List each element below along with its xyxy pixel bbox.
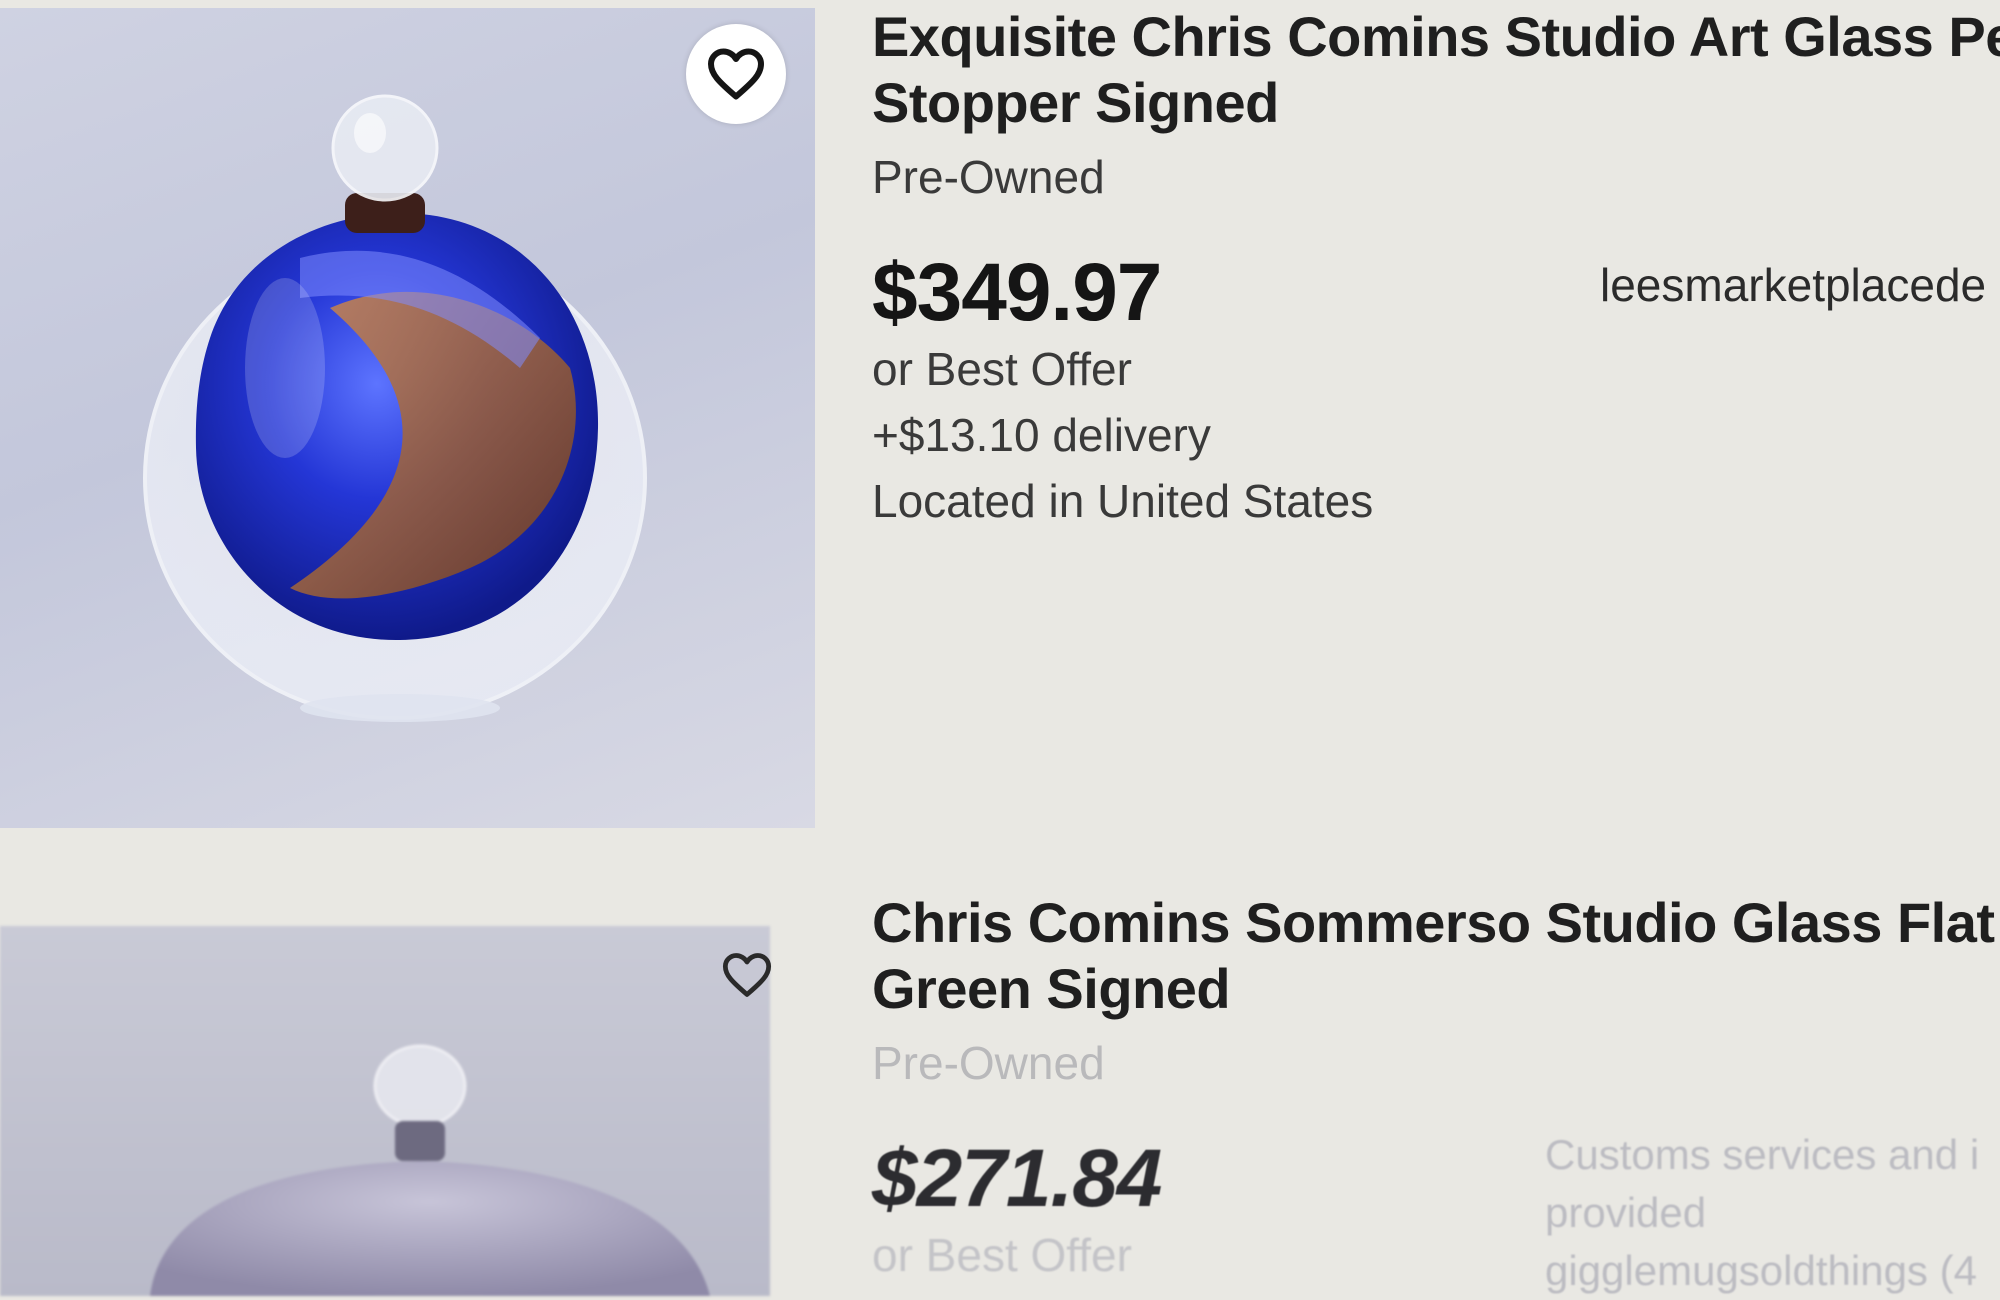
customs-line1: Customs services and i xyxy=(1545,1131,1980,1178)
best-offer-label: or Best Offer xyxy=(872,343,1132,395)
heart-icon xyxy=(722,953,772,997)
listing-title-line1[interactable]: Exquisite Chris Comins Studio Art Glass … xyxy=(872,4,2000,70)
perfume-bottle-image xyxy=(143,94,647,722)
item-location: Located in United States xyxy=(872,475,1374,527)
listing-title-line2[interactable]: Green Signed xyxy=(872,956,2000,1022)
perfume-bottle-image xyxy=(150,1044,710,1296)
listing-title-line1[interactable]: Chris Comins Sommerso Studio Glass Flat … xyxy=(872,890,2000,956)
price: $349.97 xyxy=(872,247,1162,338)
watch-button[interactable] xyxy=(686,24,786,124)
watch-button[interactable] xyxy=(712,940,782,1010)
condition-label: Pre-Owned xyxy=(872,151,1105,203)
heart-icon xyxy=(708,48,764,100)
delivery-cost: +$13.10 delivery xyxy=(872,409,1211,461)
condition-label: Pre-Owned xyxy=(872,1037,1105,1089)
listing-title-line2[interactable]: Stopper Signed xyxy=(872,70,2000,136)
search-result-item[interactable]: Chris Comins Sommerso Studio Glass Flat … xyxy=(0,830,2000,1296)
search-result-item[interactable]: Exquisite Chris Comins Studio Art Glass … xyxy=(0,0,2000,830)
listing-title[interactable]: Exquisite Chris Comins Studio Art Glass … xyxy=(872,0,2000,136)
listing-title[interactable]: Chris Comins Sommerso Studio Glass Flat … xyxy=(872,890,2000,1022)
listing-image[interactable] xyxy=(0,926,770,1296)
listing-image[interactable] xyxy=(0,8,815,828)
price: $271.84 xyxy=(872,1133,1162,1224)
seller-name: leesmarketplacede xyxy=(1600,259,1987,311)
best-offer-label: or Best Offer xyxy=(872,1229,1132,1281)
